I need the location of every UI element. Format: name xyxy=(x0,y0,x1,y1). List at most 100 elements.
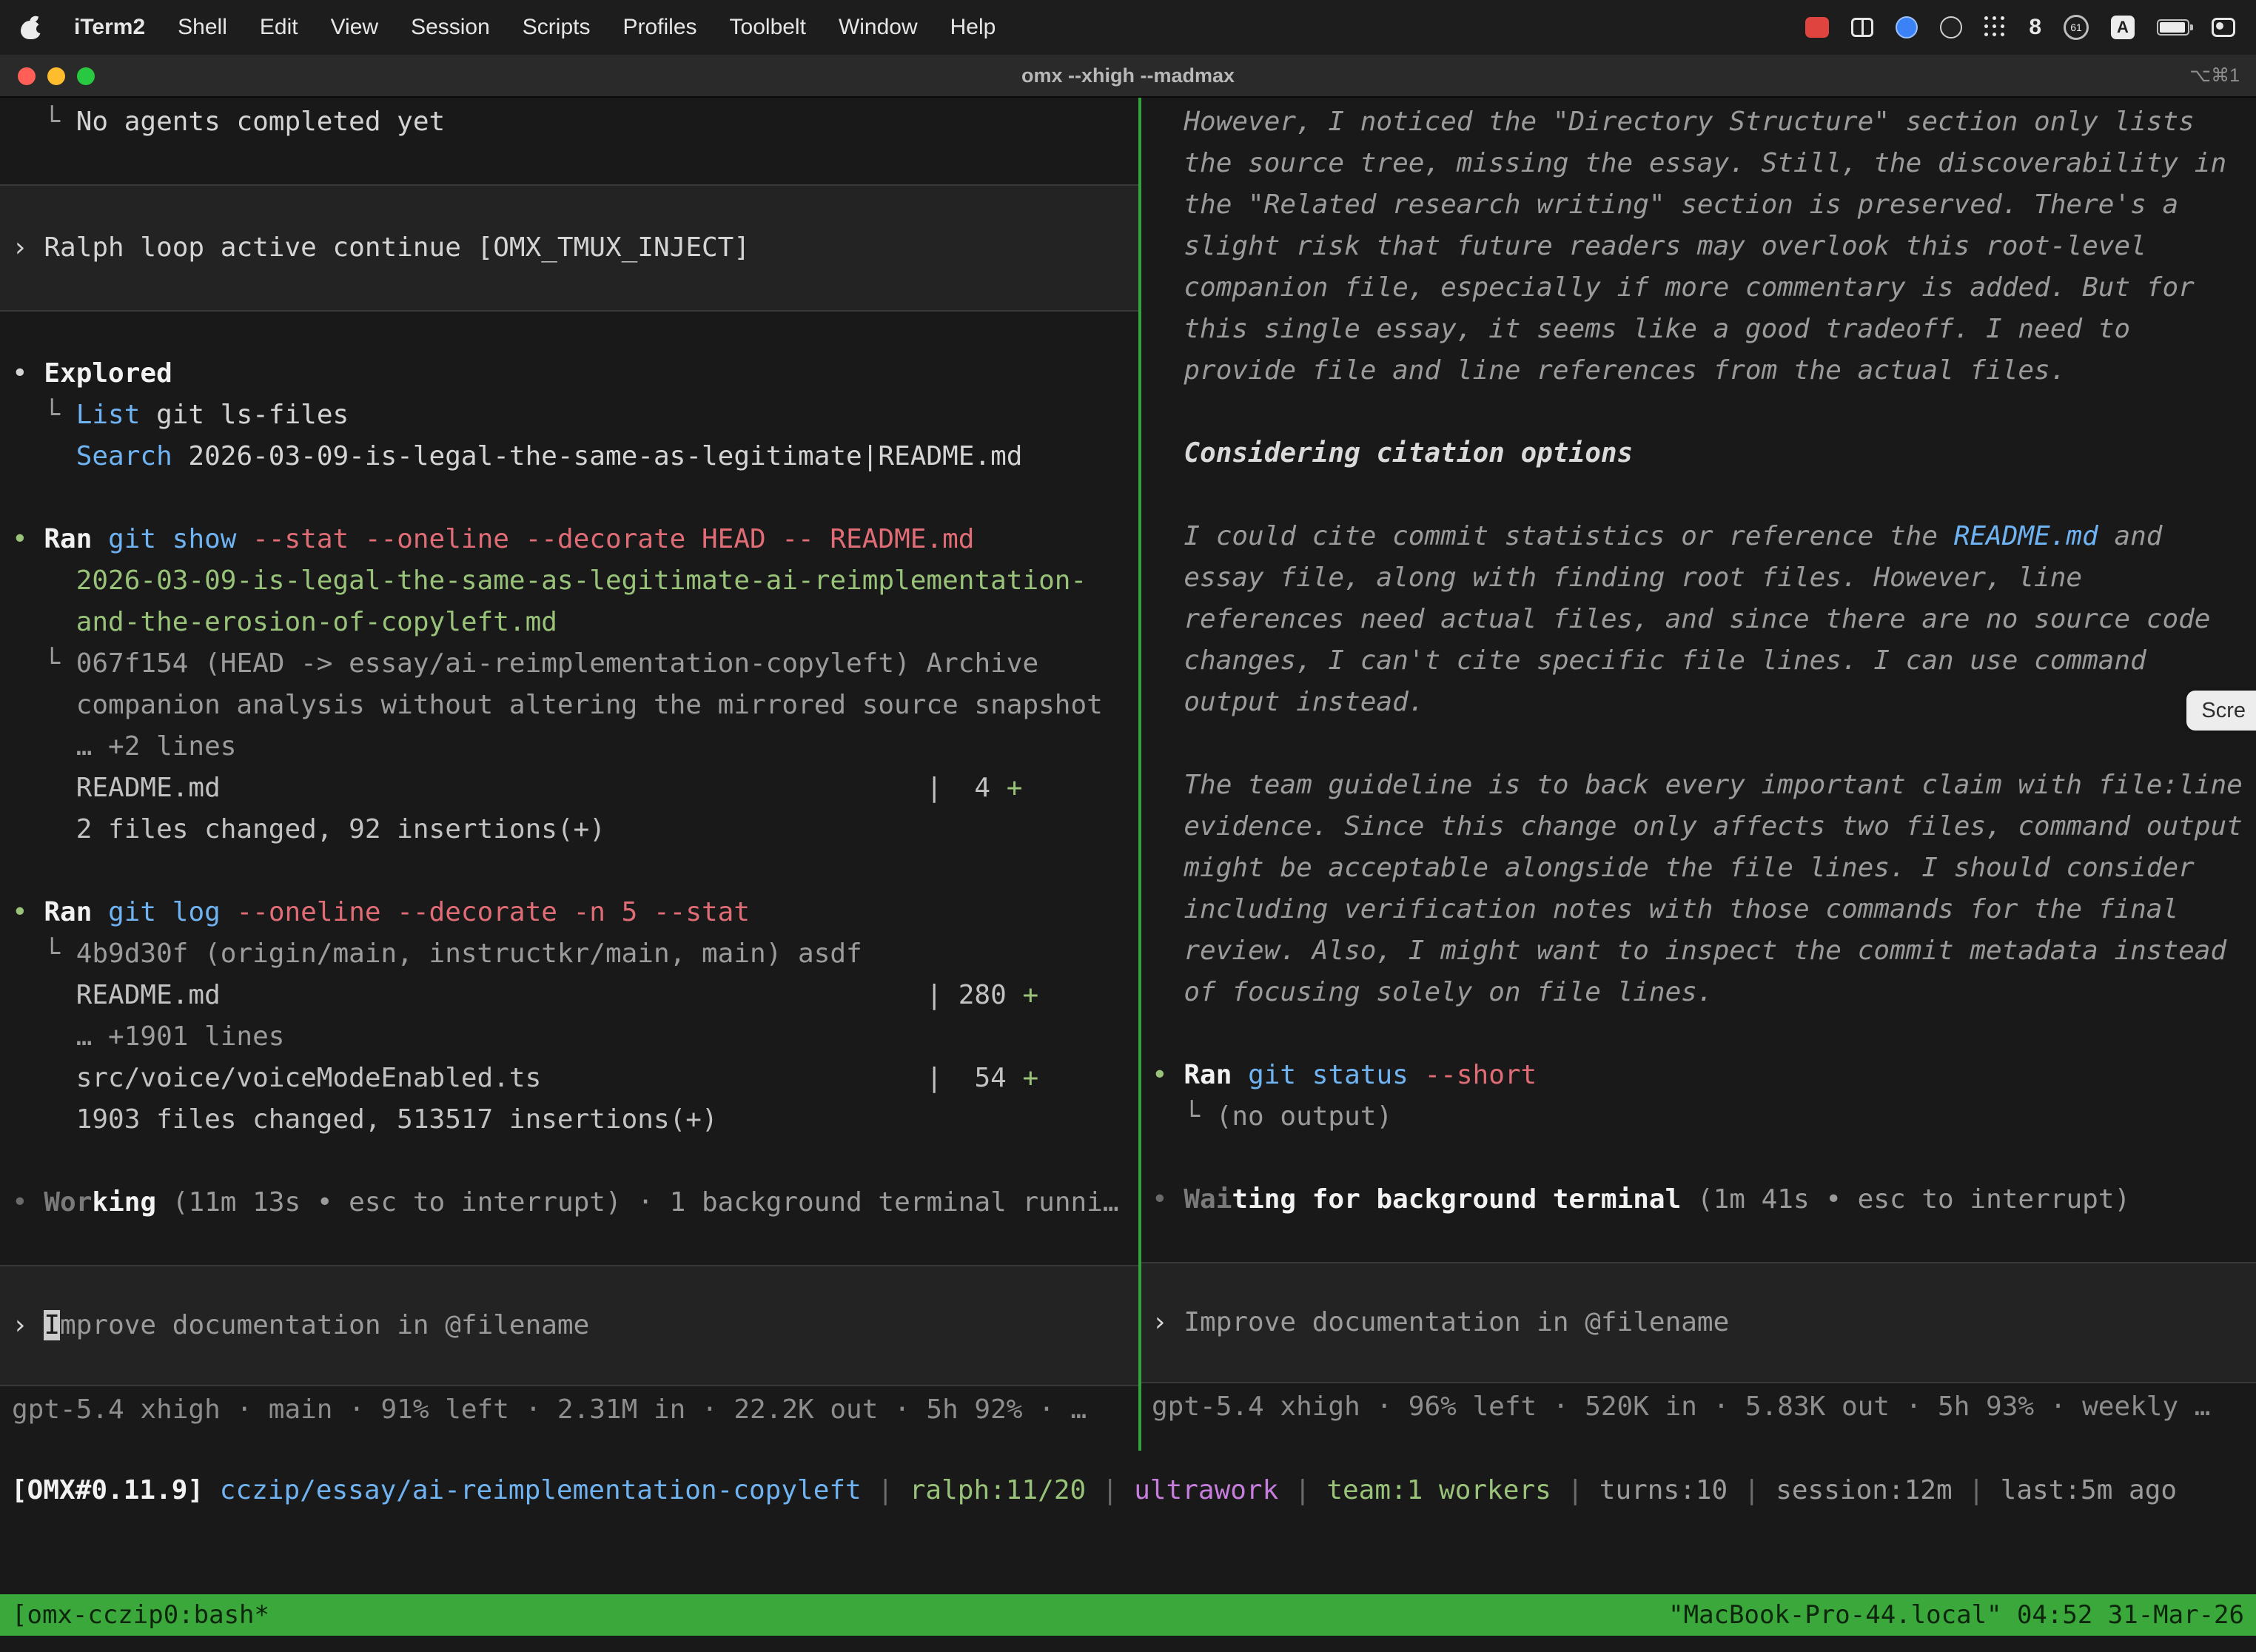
window-title: omx --xhigh --madmax xyxy=(0,55,2256,96)
text-segment: The team guideline is to back every impo… xyxy=(1152,770,2243,800)
text-segment: turns:10 xyxy=(1599,1475,1728,1505)
menu-bar: iTerm2 Shell Edit View Session Scripts P… xyxy=(0,0,2256,55)
text-segment: provide file and line references from th… xyxy=(1152,355,2066,386)
control-center-icon[interactable] xyxy=(2212,18,2235,37)
text-segment: 4b9d30f (origin/main, instructkr/main, m… xyxy=(76,939,862,969)
battery-icon[interactable] xyxy=(2157,19,2189,36)
terminal-line xyxy=(1152,723,2256,765)
terminal-line xyxy=(1152,1013,2256,1055)
text-segment: | xyxy=(1086,1475,1134,1505)
input-source-icon[interactable]: A xyxy=(2111,16,2135,39)
terminal-line: • Working (11m 13s • esc to interrupt) ·… xyxy=(12,1182,1138,1223)
text-segment: team:1 workers xyxy=(1326,1475,1551,1505)
prompt-input-right-lines: › Improve documentation in @filename xyxy=(1152,1302,2256,1343)
text-segment: git show xyxy=(108,524,236,554)
left-pane[interactable]: └ No agents completed yet › Ralph loop a… xyxy=(0,98,1138,1451)
terminal-line: └ No agents completed yet xyxy=(12,101,1138,143)
menu-item-scripts[interactable]: Scripts xyxy=(523,15,591,40)
text-segment: review. Also, I might want to inspect th… xyxy=(1152,936,2226,966)
text-segment: Wor xyxy=(44,1187,92,1218)
menu-item-window[interactable]: Window xyxy=(839,15,918,40)
text-segment: --stat --oneline --decorate HEAD -- READ… xyxy=(236,524,974,554)
text-segment: I could cite commit statistics or refere… xyxy=(1152,521,1954,551)
text-segment: Considering citation options xyxy=(1184,438,1633,469)
tmux-host-clock: "MacBook-Pro-44.local" 04:52 31-Mar-26 xyxy=(1668,1600,2244,1630)
text-segment: session:12m xyxy=(1776,1475,1952,1505)
menu-item-toolbelt[interactable]: Toolbelt xyxy=(730,15,806,40)
text-segment: last:5m ago xyxy=(2001,1475,2177,1505)
menu-item-shell[interactable]: Shell xyxy=(178,15,227,40)
text-segment: | xyxy=(1953,1475,2001,1505)
terminal-line: … +2 lines xyxy=(12,726,1138,768)
text-segment: this single essay, it seems like a good … xyxy=(1152,314,2130,344)
menu-item-profiles[interactable]: Profiles xyxy=(622,15,696,40)
text-segment: --short xyxy=(1409,1060,1537,1090)
text-segment xyxy=(92,897,108,927)
model-status-right: gpt-5.4 xhigh · 96% left · 520K in · 5.8… xyxy=(1152,1386,2256,1428)
text-segment: including verification notes with those … xyxy=(1152,894,2178,924)
menu-item-edit[interactable]: Edit xyxy=(260,15,298,40)
text-segment: List xyxy=(76,400,141,430)
text-segment: might be acceptable alongside the file l… xyxy=(1152,853,2195,883)
digit-status-icon[interactable]: 8 xyxy=(2029,15,2041,40)
text-segment: Ralph loop active continue [OMX_TMUX_INJ… xyxy=(44,232,750,263)
text-segment: • xyxy=(1152,1060,1184,1090)
text-segment: • xyxy=(12,897,44,927)
menu-item-help[interactable]: Help xyxy=(950,15,996,40)
text-segment: changes, I can't cite specific file line… xyxy=(1152,645,2146,676)
terminal-line: the "Related research writing" section i… xyxy=(1152,184,2256,226)
menu-item-session[interactable]: Session xyxy=(411,15,490,40)
terminal-line xyxy=(12,1141,1138,1182)
apple-menu-icon[interactable] xyxy=(21,16,41,39)
text-segment: ting for background terminal xyxy=(1232,1184,1681,1215)
terminal-line: 1903 files changed, 513517 insertions(+) xyxy=(12,1099,1138,1141)
text-segment: └ xyxy=(12,400,76,430)
prompt-input-left-lines: › Improve documentation in @filename xyxy=(12,1305,1138,1346)
terminal-line: • Waiting for background terminal (1m 41… xyxy=(1152,1179,2256,1220)
screen-share-button[interactable]: Scre xyxy=(2186,691,2256,731)
text-segment: Wai xyxy=(1184,1184,1232,1215)
text-segment: › xyxy=(12,232,44,263)
right-pane[interactable]: However, I noticed the "Directory Struct… xyxy=(1141,98,2256,1451)
terminal-line: • Ran git show --stat --oneline --decora… xyxy=(12,519,1138,560)
text-segment: | xyxy=(1278,1475,1326,1505)
text-segment: › xyxy=(12,1310,44,1340)
gauge-icon[interactable]: 61 xyxy=(2064,15,2089,40)
terminal-line: • Ran git log --oneline --decorate -n 5 … xyxy=(12,892,1138,933)
dark-app-icon[interactable] xyxy=(1940,16,1962,38)
app-grid-icon[interactable] xyxy=(1984,16,2007,38)
text-segment: the source tree, missing the essay. Stil… xyxy=(1152,148,2226,178)
prompt-input-right[interactable]: › Improve documentation in @filename xyxy=(1141,1262,2256,1383)
text-segment: slight risk that future readers may over… xyxy=(1152,231,2146,261)
blue-app-icon[interactable] xyxy=(1896,16,1918,38)
text-segment: king xyxy=(92,1187,156,1218)
text-segment xyxy=(12,441,76,471)
terminal-line: of focusing solely on file lines. xyxy=(1152,972,2256,1013)
right-pane-scrollback: However, I noticed the "Directory Struct… xyxy=(1152,101,2256,1220)
tmux-status-bar: [omx-cczip0:bash* "MacBook-Pro-44.local"… xyxy=(0,1594,2256,1636)
text-segment: Improve documentation in @filename xyxy=(1184,1307,1729,1337)
terminal-line: The team guideline is to back every impo… xyxy=(1152,765,2256,806)
text-segment: evidence. Since this change only affects… xyxy=(1152,811,2243,842)
terminal-line: I could cite commit statistics or refere… xyxy=(1152,516,2256,557)
screen-recording-icon[interactable] xyxy=(1805,17,1829,38)
menu-item-iterm2[interactable]: iTerm2 xyxy=(74,15,145,40)
terminal-line: However, I noticed the "Directory Struct… xyxy=(1152,101,2256,143)
terminal-line xyxy=(1152,474,2256,516)
text-segment: git status xyxy=(1248,1060,1409,1090)
text-segment: companion file, especially if more comme… xyxy=(1152,272,2195,303)
text-segment: └ xyxy=(1152,1101,1216,1132)
text-segment: output instead. xyxy=(1152,687,1424,717)
terminal-line: essay file, along with finding root file… xyxy=(1152,557,2256,599)
prompt-input-left[interactable]: › Improve documentation in @filename xyxy=(0,1265,1138,1386)
text-segment: › xyxy=(1152,1307,1184,1337)
terminal-line: companion file, especially if more comme… xyxy=(1152,267,2256,309)
omx-status-bar: [OMX#0.11.9] cczip/essay/ai-reimplementa… xyxy=(11,1470,2256,1511)
terminal-line: 2026-03-09-is-legal-the-same-as-legitima… xyxy=(12,560,1138,602)
terminal-line: Considering citation options xyxy=(1152,433,2256,474)
window-manager-icon[interactable] xyxy=(1851,18,1873,37)
menu-item-view[interactable]: View xyxy=(331,15,378,40)
terminal-line xyxy=(1152,392,2256,433)
model-status-left: gpt-5.4 xhigh · main · 91% left · 2.31M … xyxy=(12,1389,1138,1431)
text-segment: No agents completed yet xyxy=(76,107,446,137)
